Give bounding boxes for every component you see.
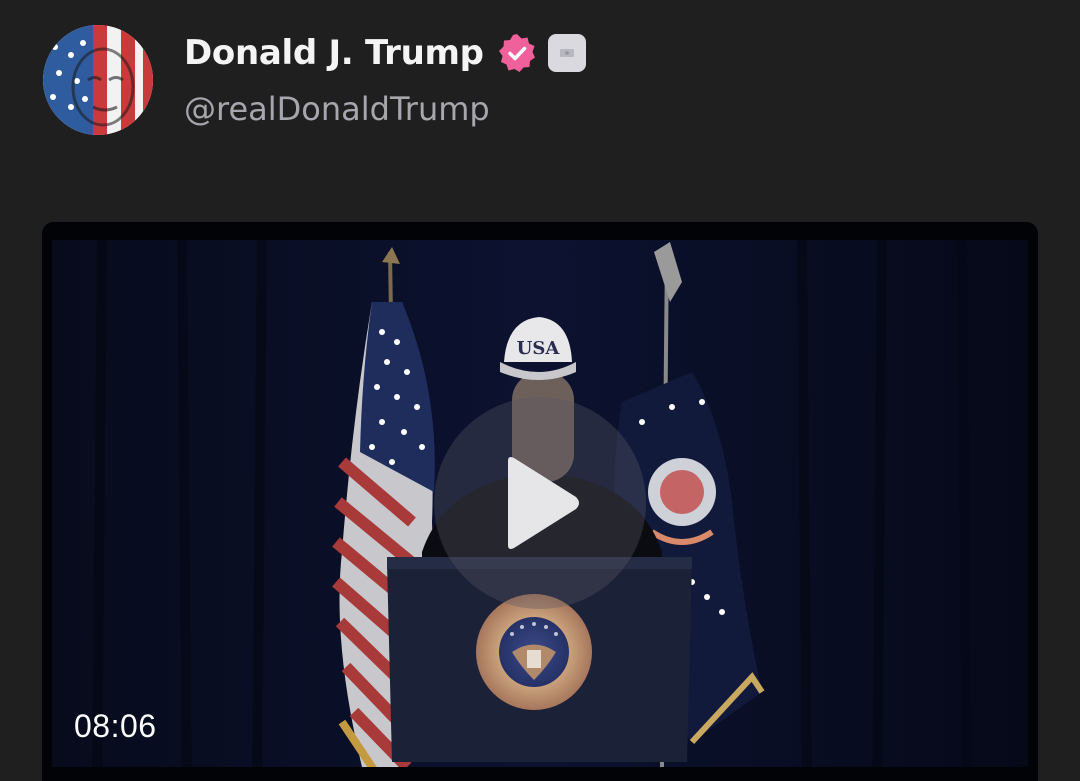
play-icon: [508, 457, 579, 549]
author-name-row: Donald J. Trump: [184, 30, 586, 76]
affiliation-badge-icon[interactable]: [547, 34, 586, 72]
author-display-name[interactable]: Donald J. Trump: [184, 33, 484, 73]
play-button[interactable]: [434, 397, 646, 609]
flag-face-avatar-icon: [43, 25, 153, 135]
video-player[interactable]: USA 08:06: [42, 222, 1038, 781]
verified-badge-icon: [496, 32, 538, 74]
author-avatar[interactable]: [43, 25, 153, 135]
post-card: Donald J. Trump @realDonaldTrump USA 08:…: [0, 0, 1080, 781]
cap-text: USA: [517, 338, 561, 359]
video-duration: 08:06: [74, 708, 157, 744]
author-handle[interactable]: @realDonaldTrump: [184, 90, 490, 128]
